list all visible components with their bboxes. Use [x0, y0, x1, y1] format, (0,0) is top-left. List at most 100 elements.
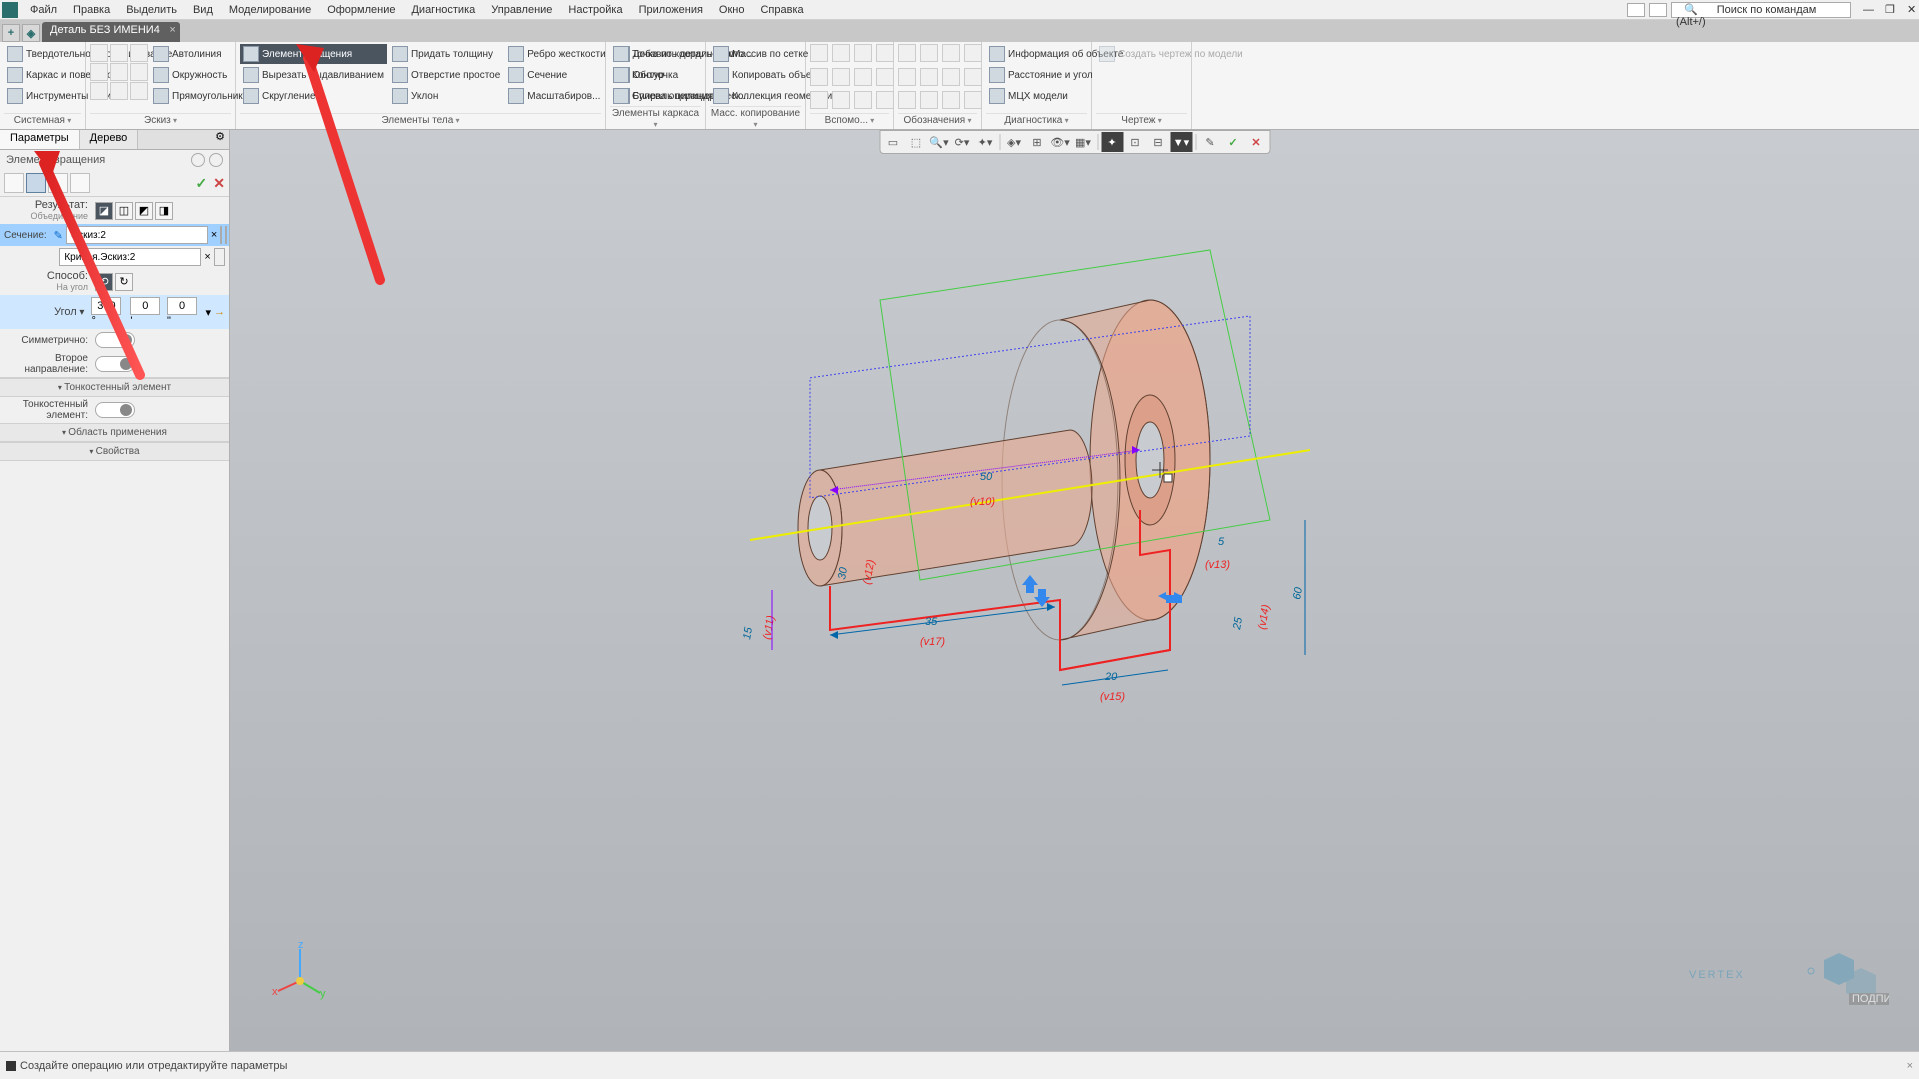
aux-icon[interactable]	[832, 44, 850, 62]
vt-icon[interactable]: ⊞	[1026, 132, 1048, 152]
annot-icon[interactable]	[920, 68, 938, 86]
3d-viewport[interactable]: ▭ ⬚ 🔍▾ ⟳▾ ✦▾ ◈▾ ⊞ 👁▾ ▦▾ ✦ ⊡ ⊟ ▼▾ ✎ ✓ ✕	[230, 130, 1919, 1051]
fillet-button[interactable]: Скругление	[240, 86, 387, 106]
annot-icon[interactable]	[964, 44, 982, 62]
mode-btn-1[interactable]	[4, 173, 24, 193]
annot-icon[interactable]	[942, 91, 960, 109]
menu-apps[interactable]: Приложения	[631, 2, 711, 18]
aux-icon[interactable]	[810, 91, 828, 109]
annot-icon[interactable]	[898, 91, 916, 109]
annot-icon[interactable]	[898, 44, 916, 62]
sketch-input[interactable]	[66, 226, 208, 244]
draft-button[interactable]: Уклон	[389, 86, 503, 106]
circle-button[interactable]: Окружность	[150, 65, 246, 85]
mode-new-icon[interactable]: ◨	[155, 202, 173, 220]
vt-icon[interactable]: ✦▾	[974, 132, 996, 152]
tab-tree[interactable]: Дерево	[80, 130, 139, 149]
result-mode-buttons[interactable]: ◪ ◫ ◩ ◨	[95, 202, 173, 220]
minimize-button[interactable]: —	[1855, 2, 1873, 18]
copy-icon[interactable]	[130, 44, 148, 62]
aux-icon[interactable]	[832, 68, 850, 86]
print-icon[interactable]	[110, 44, 128, 62]
vt-icon[interactable]: ▦▾	[1072, 132, 1094, 152]
menu-format[interactable]: Оформление	[319, 2, 403, 18]
vt-icon[interactable]: ⬚	[905, 132, 927, 152]
annot-icon[interactable]	[920, 44, 938, 62]
new-tab-button[interactable]: +	[2, 24, 20, 42]
new-icon[interactable]	[90, 44, 108, 62]
undo-icon[interactable]	[110, 63, 128, 81]
close-button[interactable]: ✕	[1899, 1, 1917, 18]
method-other-icon[interactable]: ↻	[115, 273, 133, 291]
cut-icon[interactable]	[130, 82, 148, 100]
menu-view[interactable]: Вид	[185, 2, 221, 18]
annot-icon[interactable]	[942, 44, 960, 62]
menu-diag[interactable]: Диагностика	[403, 2, 483, 18]
aux-icon[interactable]	[876, 68, 894, 86]
paste-icon[interactable]	[130, 63, 148, 81]
mode-subtract-icon[interactable]: ◫	[115, 202, 133, 220]
tab-params[interactable]: Параметры	[0, 130, 80, 149]
aux-icon[interactable]	[810, 68, 828, 86]
mode-btn-3[interactable]	[48, 173, 68, 193]
annot-icon[interactable]	[964, 91, 982, 109]
thicken-button[interactable]: Придать толщину	[389, 44, 503, 64]
menu-edit[interactable]: Правка	[65, 2, 118, 18]
accept-button[interactable]: ✓	[196, 175, 208, 192]
dropdown-icon[interactable]: ▾	[205, 306, 211, 319]
menu-window[interactable]: Окно	[711, 2, 753, 18]
vt-icon[interactable]: ▭	[882, 132, 904, 152]
clear-icon[interactable]: ×	[211, 229, 217, 241]
annot-icon[interactable]	[964, 68, 982, 86]
mode-union-icon[interactable]: ◪	[95, 202, 113, 220]
section-button[interactable]: Сечение	[505, 65, 608, 85]
menu-manage[interactable]: Управление	[483, 2, 560, 18]
method-angle-icon[interactable]: ⟲	[95, 273, 113, 291]
mode-btn-4[interactable]	[70, 173, 90, 193]
vt-zoom-icon[interactable]: 🔍▾	[928, 132, 950, 152]
angle-sec-input[interactable]: "	[167, 297, 202, 327]
dir2-toggle[interactable]	[95, 356, 135, 372]
aux-icon[interactable]	[832, 91, 850, 109]
angle-min-input[interactable]: '	[130, 297, 164, 327]
tab-close-icon[interactable]: ×	[169, 24, 175, 36]
vt-filter-icon[interactable]: ▼▾	[1170, 132, 1192, 152]
vt-cube-icon[interactable]: ◈▾	[1003, 132, 1025, 152]
aux-icon[interactable]	[854, 68, 872, 86]
layout-btn-1[interactable]	[1627, 3, 1645, 17]
autoline-button[interactable]: Автолиния	[150, 44, 246, 64]
vt-icon[interactable]: ⊡	[1124, 132, 1146, 152]
aux-icon[interactable]	[876, 44, 894, 62]
aux-icon[interactable]	[876, 91, 894, 109]
annot-icon[interactable]	[898, 68, 916, 86]
status-close-icon[interactable]: ×	[1907, 1060, 1913, 1072]
aux-icon[interactable]	[854, 44, 872, 62]
vt-accept-icon[interactable]: ✓	[1222, 132, 1244, 152]
mode-btn-2[interactable]	[26, 173, 46, 193]
scope-section-header[interactable]: Область применения	[0, 423, 229, 442]
panel-settings-icon[interactable]: ⚙	[211, 130, 229, 149]
aux-icon[interactable]	[810, 44, 828, 62]
sketch-edit-icon[interactable]	[225, 226, 227, 244]
axis-input[interactable]	[59, 248, 201, 266]
vt-edit-icon[interactable]: ✎	[1199, 132, 1221, 152]
angle-degree-input[interactable]: °	[91, 297, 127, 327]
command-search[interactable]: 🔍 Поиск по командам (Alt+/)	[1671, 2, 1851, 18]
menu-select[interactable]: Выделить	[118, 2, 185, 18]
extrude-cut-button[interactable]: Вырезать выдавливанием	[240, 65, 387, 85]
vt-icon[interactable]: ✦	[1101, 132, 1123, 152]
arrow-right-icon[interactable]: →	[214, 306, 225, 318]
reject-button[interactable]: ✕	[213, 175, 225, 192]
mode-intersect-icon[interactable]: ◩	[135, 202, 153, 220]
vt-reject-icon[interactable]: ✕	[1245, 132, 1267, 152]
symmetric-toggle[interactable]	[95, 332, 135, 348]
drawing-button[interactable]: Создать чертеж по модели	[1096, 44, 1246, 64]
axis-pick-icon[interactable]	[214, 248, 225, 266]
sketch-pick-icon[interactable]	[220, 226, 222, 244]
thin-toggle[interactable]	[95, 402, 135, 418]
rib-button[interactable]: Ребро жесткости	[505, 44, 608, 64]
scale-button[interactable]: Масштабиров...	[505, 86, 608, 106]
document-tab[interactable]: Деталь БЕЗ ИМЕНИ4 ×	[42, 22, 180, 42]
open-icon[interactable]	[90, 63, 108, 81]
annot-icon[interactable]	[920, 91, 938, 109]
